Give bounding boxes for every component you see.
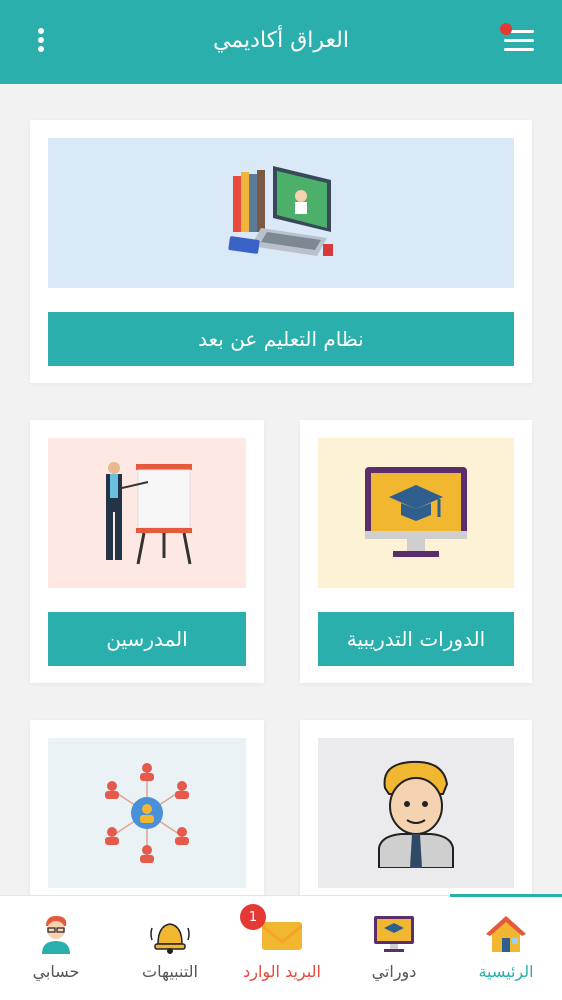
card-training-courses[interactable]: الدورات التدريبية [300,420,532,683]
nav-notifications-label: التنبيهات [142,962,198,981]
courses-monitor-icon [372,914,416,958]
mail-envelope-icon [260,914,304,958]
nav-inbox-label: البريد الوارد [243,962,321,981]
bottom-navigation: الرئيسية دوراتي البريد الوارد التنبيهات … [0,894,562,1000]
home-icon [484,914,528,958]
nav-profile-label: حسابي [32,962,80,981]
inbox-count-badge: 1 [240,904,266,930]
nav-notifications[interactable]: التنبيهات [114,896,226,1000]
nav-home[interactable]: الرئيسية [450,896,562,1000]
monitor-graduation-cap-icon [318,438,514,588]
training-courses-button[interactable]: الدورات التدريبية [318,612,514,666]
teachers-button[interactable]: المدرسين [48,612,246,666]
bell-icon [148,914,192,958]
nav-my-courses-label: دوراتي [371,962,417,981]
distance-learning-button[interactable]: نظام التعليم عن بعد [48,312,514,366]
teacher-whiteboard-icon [48,438,246,588]
student-avatar-icon [318,738,514,888]
card-distance-learning[interactable]: نظام التعليم عن بعد [30,120,532,383]
nav-home-label: الرئيسية [478,962,534,981]
laptop-online-learning-icon [48,138,514,288]
card-network[interactable] [30,720,264,920]
nav-profile[interactable]: حسابي [0,896,112,1000]
card-student[interactable] [300,720,532,920]
network-people-icon [48,738,246,888]
profile-avatar-icon [34,914,78,958]
nav-my-courses[interactable]: دوراتي [338,896,450,1000]
notification-dot [500,23,512,35]
page-title: العراق أكاديمي [212,28,349,53]
card-teachers[interactable]: المدرسين [30,420,264,683]
app-header: العراق أكاديمي [0,0,562,84]
